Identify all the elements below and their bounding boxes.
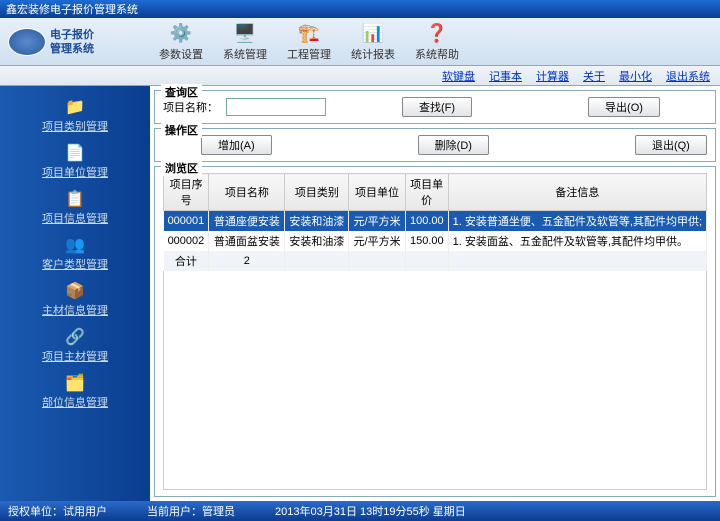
project-icon: 🏗️	[297, 22, 321, 46]
notepad-link[interactable]: 记事本	[489, 68, 522, 84]
data-table[interactable]: 项目序号 项目名称 项目类别 项目单位 项目单价 备注信息 000001 普通座…	[163, 173, 707, 271]
logo-text: 电子报价 管理系统	[50, 28, 94, 56]
params-icon: ⚙️	[169, 22, 193, 46]
name-label: 项目名称：	[163, 99, 218, 115]
minimize-link[interactable]: 最小化	[619, 68, 652, 84]
report-icon: 📊	[361, 22, 385, 46]
title-bar: 鑫宏装修电子报价管理系统	[0, 0, 720, 18]
list-icon: 📋	[61, 188, 89, 210]
browse-section: 浏览区 项目序号 项目名称 项目类别 项目单位 项目单价 备注信息 000001	[154, 166, 716, 497]
export-button[interactable]: 导出(O)	[588, 97, 660, 117]
project-button[interactable]: 🏗️工程管理	[278, 19, 340, 65]
exit-link[interactable]: 退出系统	[666, 68, 710, 84]
table-row[interactable]: 000001 普通座便安装 安装和油漆 元/平方米 100.00 1. 安装普通…	[164, 211, 707, 232]
content: 查询区 项目名称： 查找(F) 导出(O) 操作区 增加(A) 删除(D) 退出…	[150, 86, 720, 501]
toolbar: ⚙️参数设置 🖥️系统管理 🏗️工程管理 📊统计报表 ❓系统帮助	[150, 19, 468, 65]
ops-section: 操作区 增加(A) 删除(D) 退出(Q)	[154, 128, 716, 162]
add-button[interactable]: 增加(A)	[201, 135, 272, 155]
window-title: 鑫宏装修电子报价管理系统	[6, 1, 138, 17]
about-link[interactable]: 关于	[583, 68, 605, 84]
delete-button[interactable]: 删除(D)	[418, 135, 489, 155]
users-icon: 👥	[61, 234, 89, 256]
user-info: 当前用户：管理员	[147, 503, 235, 519]
table-row[interactable]: 000002 普通面盆安装 安装和油漆 元/平方米 150.00 1. 安装面盆…	[164, 231, 707, 251]
logo-icon	[8, 28, 46, 56]
system-icon: 🖥️	[233, 22, 257, 46]
params-button[interactable]: ⚙️参数设置	[150, 19, 212, 65]
link-icon: 🔗	[61, 326, 89, 348]
sidebar-item-unit[interactable]: 📄项目单位管理	[0, 138, 150, 184]
sidebar-item-info[interactable]: 📋项目信息管理	[0, 184, 150, 230]
sidebar-customer-type[interactable]: 👥客户类型管理	[0, 230, 150, 276]
keyboard-link[interactable]: 软键盘	[442, 68, 475, 84]
sidebar-item-category[interactable]: 📁项目类别管理	[0, 92, 150, 138]
sidebar-position-info[interactable]: 🗂️部位信息管理	[0, 368, 150, 414]
sidebar: 📁项目类别管理 📄项目单位管理 📋项目信息管理 👥客户类型管理 📦主材信息管理 …	[0, 86, 150, 501]
help-button[interactable]: ❓系统帮助	[406, 19, 468, 65]
link-bar: 软键盘 记事本 计算器 关于 最小化 退出系统	[0, 66, 720, 86]
main: 📁项目类别管理 📄项目单位管理 📋项目信息管理 👥客户类型管理 📦主材信息管理 …	[0, 86, 720, 501]
name-input[interactable]	[226, 98, 326, 116]
document-icon: 📄	[61, 142, 89, 164]
auth-info: 授权单位：试用用户	[8, 503, 107, 519]
help-icon: ❓	[425, 22, 449, 46]
system-button[interactable]: 🖥️系统管理	[214, 19, 276, 65]
query-section: 查询区 项目名称： 查找(F) 导出(O)	[154, 90, 716, 124]
datetime: 2013年03月31日 13时19分55秒 星期日	[275, 503, 466, 519]
search-button[interactable]: 查找(F)	[402, 97, 472, 117]
report-button[interactable]: 📊统计报表	[342, 19, 404, 65]
grid-icon: 🗂️	[61, 372, 89, 394]
folder-icon: 📁	[61, 96, 89, 118]
status-bar: 授权单位：试用用户 当前用户：管理员 2013年03月31日 13时19分55秒…	[0, 501, 720, 521]
logo-area: 电子报价 管理系统	[0, 28, 150, 56]
table-row-total: 合计 2	[164, 251, 707, 271]
calc-link[interactable]: 计算器	[536, 68, 569, 84]
sidebar-material-info[interactable]: 📦主材信息管理	[0, 276, 150, 322]
header: 电子报价 管理系统 ⚙️参数设置 🖥️系统管理 🏗️工程管理 📊统计报表 ❓系统…	[0, 18, 720, 66]
table-header: 项目序号 项目名称 项目类别 项目单位 项目单价 备注信息	[164, 174, 707, 211]
sidebar-item-material[interactable]: 🔗项目主材管理	[0, 322, 150, 368]
table-scroll-area[interactable]	[163, 271, 707, 490]
exit-button[interactable]: 退出(Q)	[635, 135, 707, 155]
box-icon: 📦	[61, 280, 89, 302]
